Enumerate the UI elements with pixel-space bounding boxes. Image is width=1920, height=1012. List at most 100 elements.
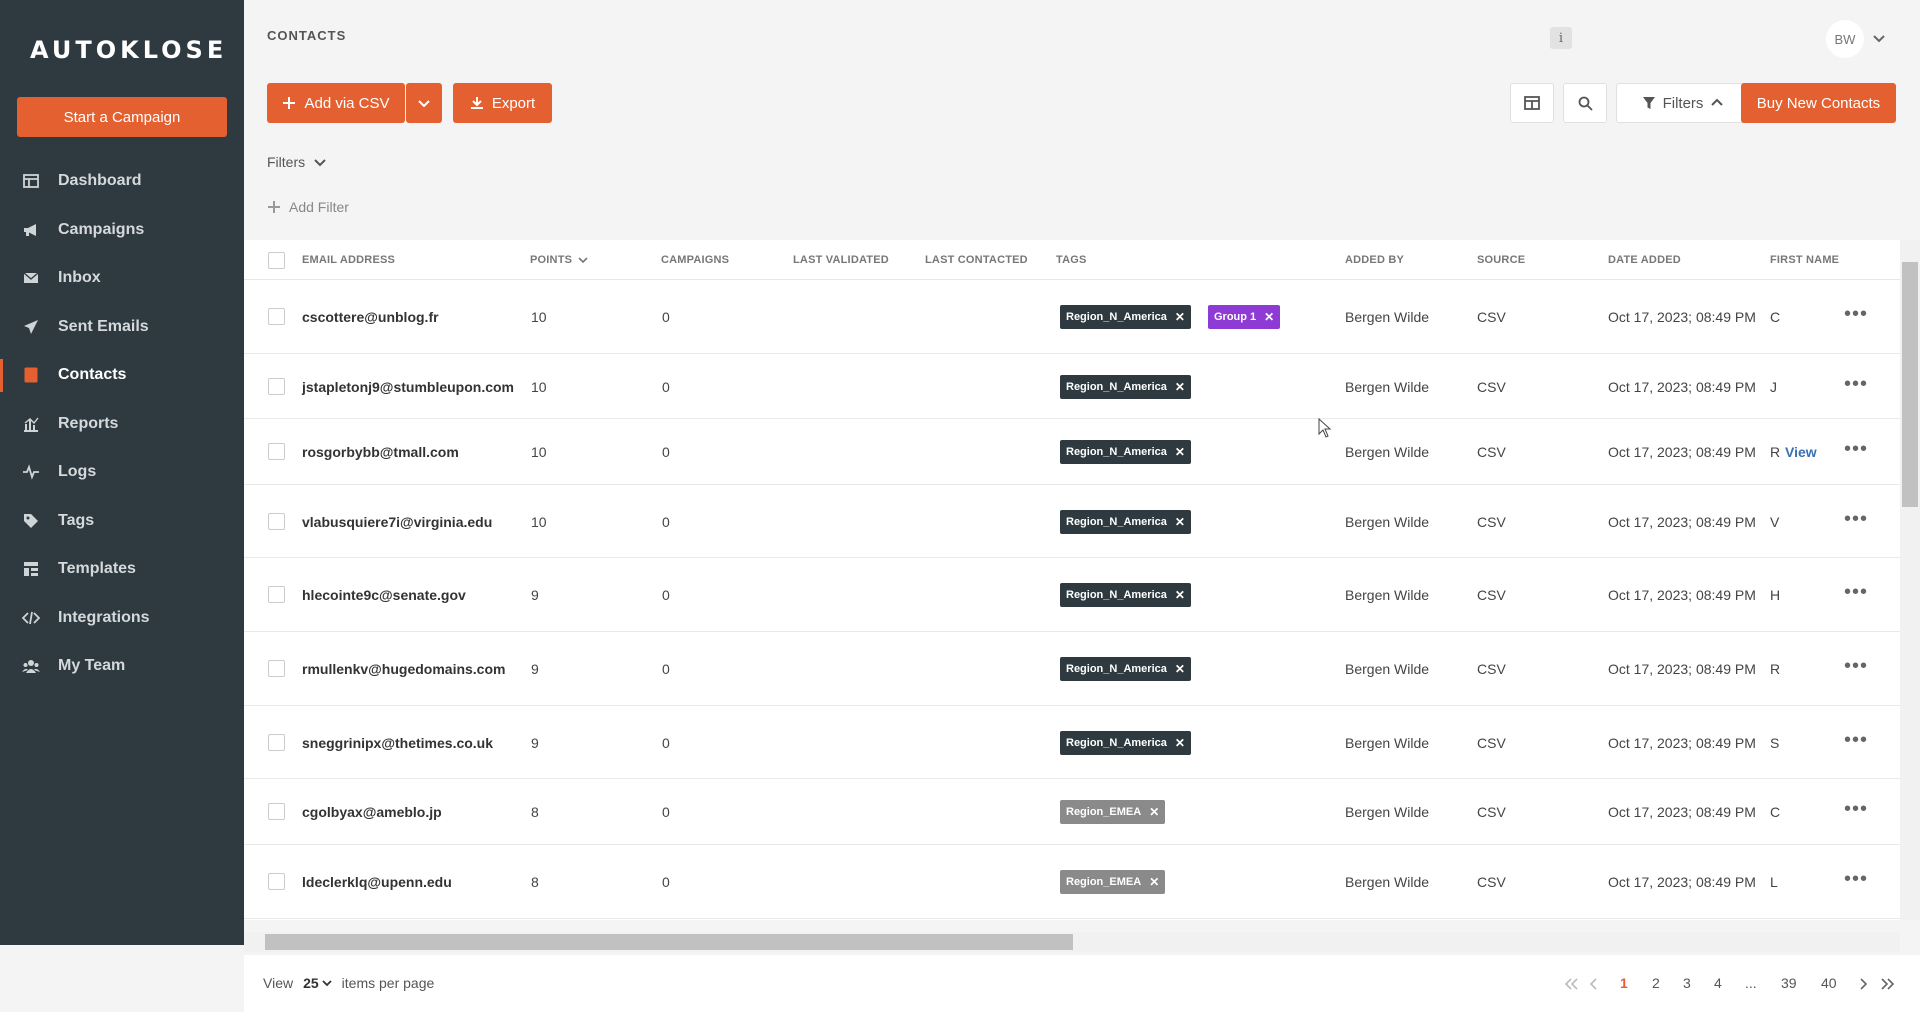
email-cell[interactable]: ldeclerklq@upenn.edu <box>302 874 452 890</box>
chevron-down-icon[interactable] <box>1870 30 1888 48</box>
row-checkbox[interactable] <box>268 803 285 820</box>
page-40-button[interactable]: 40 <box>1821 975 1837 991</box>
page-4-button[interactable]: 4 <box>1714 975 1722 991</box>
table-row[interactable]: sneggrinipx@thetimes.co.uk 9 0 Region_N_Ame… <box>244 706 1900 779</box>
email-cell[interactable]: rmullenkv@hugedomains.com <box>302 661 505 677</box>
sidebar-item-integrations[interactable]: Integrations <box>0 594 244 643</box>
col-campaigns[interactable]: CAMPAIGNS <box>661 254 729 266</box>
row-actions-icon[interactable]: ••• <box>1844 581 1868 604</box>
next-page-icon[interactable] <box>1858 977 1868 991</box>
info-button[interactable]: i <box>1550 27 1572 49</box>
page-39-button[interactable]: 39 <box>1781 975 1797 991</box>
row-actions-icon[interactable]: ••• <box>1844 303 1868 326</box>
row-checkbox[interactable] <box>268 512 285 530</box>
row-actions-icon[interactable]: ••• <box>1844 729 1868 752</box>
col-first-name[interactable]: FIRST NAME <box>1770 254 1839 266</box>
add-filter-button[interactable]: Add Filter <box>267 199 349 215</box>
email-cell[interactable]: vlabusquiere7i@virginia.edu <box>302 514 492 530</box>
table-row[interactable]: cscottere@unblog.fr 10 0 Region_N_America ✕ G… <box>244 280 1900 354</box>
remove-tag-icon[interactable]: ✕ <box>1175 662 1185 676</box>
remove-tag-icon[interactable]: ✕ <box>1175 588 1185 602</box>
date-added-cell: Oct 17, 2023; 08:49 PM <box>1608 874 1756 890</box>
page-2-button[interactable]: 2 <box>1652 975 1660 991</box>
sidebar-item-campaigns[interactable]: Campaigns <box>0 206 244 255</box>
row-checkbox[interactable] <box>268 873 285 890</box>
email-cell[interactable]: sneggrinipx@thetimes.co.uk <box>302 735 493 751</box>
col-last-validated[interactable]: LAST VALIDATED <box>793 254 889 266</box>
remove-tag-icon[interactable]: ✕ <box>1149 875 1159 889</box>
row-checkbox[interactable] <box>268 586 285 603</box>
remove-tag-icon[interactable]: ✕ <box>1264 310 1274 324</box>
page-size-select[interactable]: 25 <box>303 975 332 991</box>
remove-tag-icon[interactable]: ✕ <box>1175 380 1185 394</box>
sidebar-item-contacts[interactable]: Contacts <box>0 351 244 400</box>
col-source[interactable]: SOURCE <box>1477 254 1525 266</box>
row-checkbox[interactable] <box>268 660 285 677</box>
row-checkbox[interactable] <box>268 733 285 751</box>
email-cell[interactable]: cscottere@unblog.fr <box>302 309 439 325</box>
prev-page-icon[interactable] <box>1589 977 1599 991</box>
export-button[interactable]: Export <box>453 83 552 123</box>
col-date-added[interactable]: DATE ADDED <box>1608 254 1681 266</box>
sidebar-item-dashboard[interactable]: Dashboard <box>0 157 244 206</box>
sidebar-item-templates[interactable]: Templates <box>0 545 244 594</box>
tag-chip: Region_N_America ✕ <box>1060 657 1191 681</box>
add-csv-dropdown-button[interactable] <box>406 83 442 123</box>
row-actions-icon[interactable]: ••• <box>1844 798 1868 821</box>
sidebar-item-sent-emails[interactable]: Sent Emails <box>0 303 244 352</box>
row-actions-icon[interactable]: ••• <box>1844 373 1868 396</box>
filters-toggle-button[interactable]: Filters <box>1616 83 1750 123</box>
user-avatar[interactable]: BW <box>1826 20 1864 58</box>
row-actions-icon[interactable]: ••• <box>1844 655 1868 678</box>
col-last-contacted[interactable]: LAST CONTACTED <box>925 254 1028 266</box>
sidebar-item-reports[interactable]: Reports <box>0 400 244 449</box>
horizontal-scroll-thumb[interactable] <box>265 934 1073 950</box>
email-cell[interactable]: cgolbyax@ameblo.jp <box>302 804 442 820</box>
email-cell[interactable]: hlecointe9c@senate.gov <box>302 587 466 603</box>
remove-tag-icon[interactable]: ✕ <box>1149 805 1159 819</box>
search-button[interactable] <box>1563 83 1607 123</box>
add-via-csv-button[interactable]: Add via CSV <box>267 83 405 123</box>
email-cell[interactable]: jstapletonj9@stumbleupon.com <box>302 379 514 395</box>
table-row[interactable]: hlecointe9c@senate.gov 9 0 Region_N_America… <box>244 558 1900 632</box>
table-row[interactable]: ldeclerklq@upenn.edu 8 0 Region_EMEA ✕ Bergen… <box>244 845 1900 919</box>
page-3-button[interactable]: 3 <box>1683 975 1691 991</box>
last-page-icon[interactable] <box>1880 977 1896 991</box>
start-campaign-button[interactable]: Start a Campaign <box>17 97 227 137</box>
row-actions-icon[interactable]: ••• <box>1844 508 1868 531</box>
remove-tag-icon[interactable]: ✕ <box>1175 445 1185 459</box>
col-email[interactable]: EMAIL ADDRESS <box>302 254 395 266</box>
table-row[interactable]: rmullenkv@hugedomains.com 9 0 Region_N_Amer… <box>244 632 1900 706</box>
date-added-cell: Oct 17, 2023; 08:49 PM <box>1608 804 1756 820</box>
row-checkbox[interactable] <box>268 308 285 325</box>
first-page-icon[interactable] <box>1563 977 1579 991</box>
row-checkbox[interactable] <box>268 443 285 460</box>
table-row[interactable]: cgolbyax@ameblo.jp 8 0 Region_EMEA ✕ Bergen W… <box>244 779 1900 845</box>
sidebar-item-my-team[interactable]: My Team <box>0 642 244 691</box>
sidebar-item-inbox[interactable]: Inbox <box>0 254 244 303</box>
col-points[interactable]: POINTS <box>530 254 588 266</box>
table-row[interactable]: vlabusquiere7i@virginia.edu 10 0 Region_N_A… <box>244 485 1900 558</box>
remove-tag-icon[interactable]: ✕ <box>1175 310 1185 324</box>
remove-tag-icon[interactable]: ✕ <box>1175 515 1185 529</box>
sidebar-item-tags[interactable]: Tags <box>0 497 244 546</box>
page-1-button[interactable]: 1 <box>1620 975 1628 991</box>
select-all-checkbox[interactable] <box>268 252 285 269</box>
sidebar-item-logs[interactable]: Logs <box>0 448 244 497</box>
vertical-scroll-thumb[interactable] <box>1902 262 1918 507</box>
col-tags[interactable]: TAGS <box>1056 254 1087 266</box>
columns-toggle-button[interactable] <box>1510 83 1554 123</box>
buy-new-contacts-button[interactable]: Buy New Contacts <box>1741 83 1896 123</box>
remove-tag-icon[interactable]: ✕ <box>1175 736 1185 750</box>
row-actions-icon[interactable]: ••• <box>1844 438 1868 461</box>
table-row[interactable]: jstapletonj9@stumbleupon.com 10 0 Region_N_… <box>244 354 1900 419</box>
table-row[interactable]: rosgorbybb@tmall.com 10 0 Region_N_America ✕… <box>244 419 1900 485</box>
filters-collapse-toggle[interactable]: Filters <box>267 154 327 170</box>
tag-chip: Group 1 ✕ <box>1208 305 1281 329</box>
email-cell[interactable]: rosgorbybb@tmall.com <box>302 444 459 460</box>
col-added-by[interactable]: ADDED BY <box>1345 254 1404 266</box>
row-checkbox[interactable] <box>268 377 285 395</box>
row-actions-icon[interactable]: ••• <box>1844 868 1868 891</box>
first-name-cell: C <box>1770 804 1781 820</box>
view-contact-link[interactable]: View <box>1785 444 1817 460</box>
